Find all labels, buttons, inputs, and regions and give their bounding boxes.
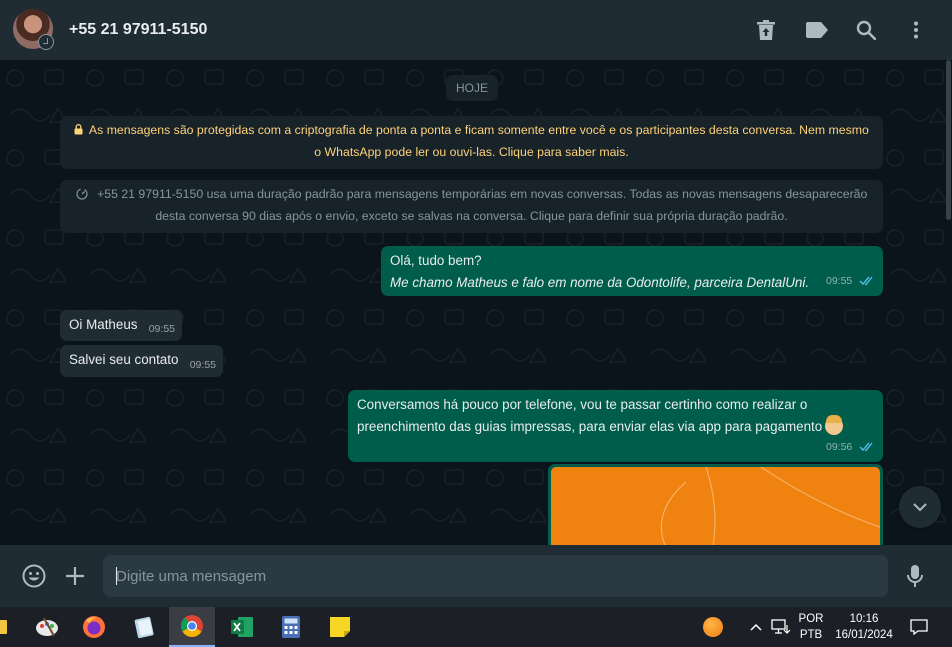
woman-emoji-icon (825, 415, 844, 435)
message-bubble-incoming[interactable]: Salvei seu contato 09:55 (60, 345, 223, 377)
chevron-down-icon (913, 503, 927, 512)
trash-icon[interactable] (754, 18, 778, 42)
disappearing-messages-notice[interactable]: +55 21 97911-5150 usa uma duração padrão… (60, 180, 883, 233)
menu-kebab-icon[interactable] (904, 18, 928, 42)
taskbar-app-firefox-icon[interactable] (71, 607, 117, 647)
taskbar-app-paint-icon[interactable] (24, 607, 70, 647)
search-icon[interactable] (854, 18, 878, 42)
chat-header: +55 21 97911-5150 (0, 0, 952, 60)
disappearing-notice-line1: +55 21 97911-5150 usa uma duração padrão… (97, 187, 868, 201)
message-time: 09:55 (189, 359, 216, 371)
windows-taskbar: POR PTB 10:16 16/01/2024 (0, 607, 952, 647)
chat-scrollbar[interactable] (946, 60, 951, 220)
tray-chevron-up-icon[interactable] (744, 607, 768, 647)
network-icon[interactable] (768, 607, 794, 647)
message-text: Me chamo Matheus e falo em nome da Odont… (390, 275, 810, 290)
encryption-notice-line1: As mensagens são protegidas com a cripto… (88, 123, 869, 137)
timer-icon (76, 187, 97, 201)
scroll-to-bottom-button[interactable] (899, 486, 941, 528)
input-language-indicator[interactable]: POR PTB (796, 611, 826, 643)
image-message-outgoing[interactable] (548, 464, 883, 545)
emoji-icon[interactable] (21, 563, 47, 589)
encryption-notice-line2: o WhatsApp pode ler ou ouvi-las. Clique … (314, 145, 629, 159)
message-text: Olá, tudo bem? (390, 253, 482, 268)
message-composer (0, 545, 952, 607)
chat-panel: HOJE As mensagens são protegidas com a c… (0, 60, 952, 545)
clock-date: 16/01/2024 (835, 629, 893, 641)
read-receipt-icon (859, 271, 875, 293)
taskbar-app-sticky-notes-icon[interactable] (317, 607, 363, 647)
message-bubble-incoming[interactable]: Oi Matheus 09:55 (60, 310, 182, 341)
disappearing-notice-line2: desta conversa 90 dias após o envio, exc… (155, 209, 788, 223)
message-text: Salvei seu contato (69, 352, 179, 367)
message-text: preenchimento das guias impressas, para … (357, 419, 823, 434)
disappearing-timer-badge-icon (38, 34, 54, 50)
language-code: POR (798, 613, 824, 625)
message-input[interactable] (103, 555, 888, 597)
taskbar-app-excel-icon[interactable] (219, 607, 265, 647)
image-preview[interactable] (551, 467, 880, 545)
message-time: 09:55 (148, 323, 175, 335)
message-bubble-outgoing[interactable]: Olá, tudo bem? Me chamo Matheus e falo e… (381, 246, 883, 296)
message-bubble-outgoing[interactable]: Conversamos há pouco por telefone, vou t… (348, 390, 883, 462)
message-text: Conversamos há pouco por telefone, vou t… (357, 397, 808, 412)
text-caret (116, 567, 117, 585)
taskbar-app-notes-icon[interactable] (121, 607, 167, 647)
message-time: 09:56 (825, 441, 853, 453)
lock-icon (74, 123, 89, 137)
read-receipt-icon (859, 437, 875, 459)
label-tag-icon[interactable] (805, 18, 829, 42)
message-text: Oi Matheus (69, 317, 138, 332)
taskbar-app-partial-icon[interactable] (0, 607, 10, 647)
taskbar-tray-app-icon[interactable] (690, 607, 736, 647)
system-clock[interactable]: 10:16 16/01/2024 (832, 611, 896, 643)
contact-name[interactable]: +55 21 97911-5150 (69, 21, 207, 39)
clock-time: 10:16 (849, 613, 879, 625)
taskbar-app-calculator-icon[interactable] (268, 607, 314, 647)
attach-plus-icon[interactable] (62, 563, 88, 589)
date-chip: HOJE (446, 75, 498, 101)
encryption-notice[interactable]: As mensagens são protegidas com a cripto… (60, 116, 883, 169)
message-time: 09:55 (825, 275, 853, 287)
taskbar-app-chrome-icon[interactable] (169, 607, 215, 647)
notifications-icon[interactable] (904, 607, 934, 647)
keyboard-layout-code: PTB (799, 629, 823, 641)
microphone-icon[interactable] (902, 563, 928, 589)
